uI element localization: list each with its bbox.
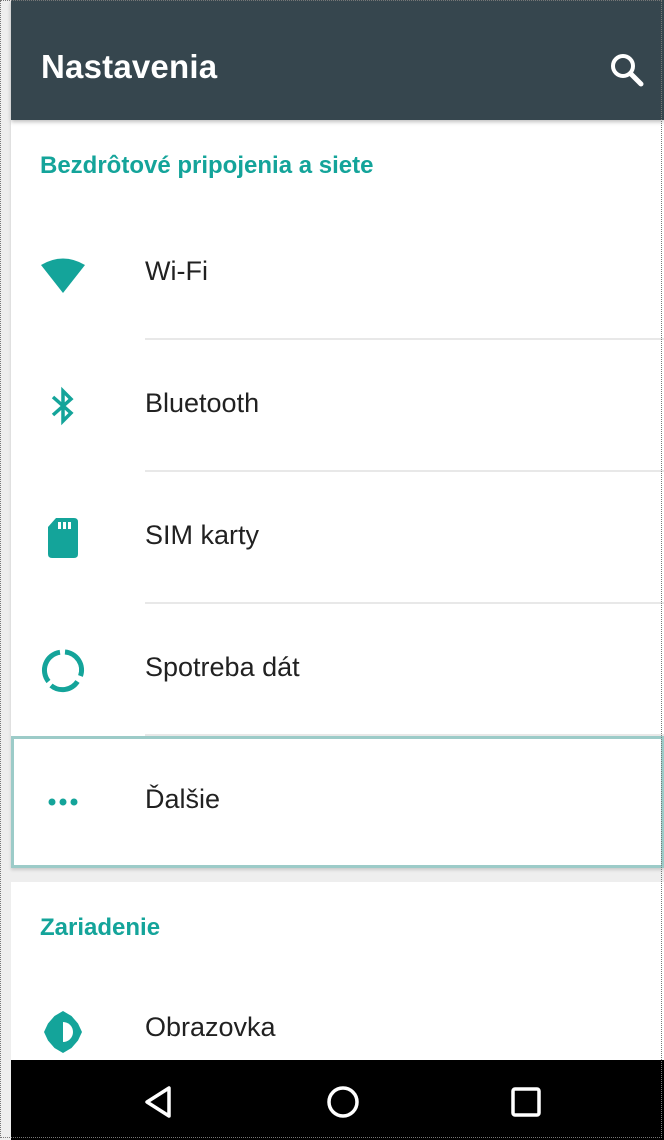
section-header-wireless: Bezdrôtové pripojenia a siete xyxy=(40,152,374,179)
section-header-device: Zariadenie xyxy=(40,914,161,941)
search-icon[interactable] xyxy=(607,50,647,90)
navigation-bar xyxy=(11,1060,664,1140)
sim-card-icon xyxy=(39,514,87,562)
settings-item-label: Spotreba dát xyxy=(145,652,300,682)
bluetooth-icon xyxy=(39,382,87,430)
settings-item-sim-cards[interactable]: SIM karty xyxy=(11,472,664,604)
recents-icon[interactable] xyxy=(506,1082,546,1122)
section-device: Zariadenie Obrazovka xyxy=(11,882,664,1060)
data-usage-icon xyxy=(39,646,87,694)
app-bar: Nastavenia xyxy=(11,0,664,120)
settings-item-more[interactable]: Ďalšie xyxy=(11,736,664,868)
settings-item-wifi[interactable]: Wi-Fi xyxy=(11,208,664,340)
settings-item-label: Bluetooth xyxy=(145,388,260,418)
more-horiz-icon xyxy=(39,778,87,826)
settings-list: Bezdrôtové pripojenia a siete Wi-Fi Blue… xyxy=(11,120,664,1060)
settings-item-label: SIM karty xyxy=(145,520,260,550)
page-title: Nastavenia xyxy=(41,48,218,85)
section-wireless-networks: Bezdrôtové pripojenia a siete Wi-Fi Blue… xyxy=(11,120,664,868)
settings-item-label: Wi-Fi xyxy=(145,256,208,286)
wifi-icon xyxy=(39,250,87,298)
settings-item-label: Obrazovka xyxy=(145,1012,276,1042)
settings-item-data-usage[interactable]: Spotreba dát xyxy=(11,604,664,736)
back-icon[interactable] xyxy=(140,1082,180,1122)
brightness-icon xyxy=(39,1008,87,1056)
home-icon[interactable] xyxy=(323,1082,363,1122)
settings-item-bluetooth[interactable]: Bluetooth xyxy=(11,340,664,472)
settings-item-label: Ďalšie xyxy=(145,784,221,814)
